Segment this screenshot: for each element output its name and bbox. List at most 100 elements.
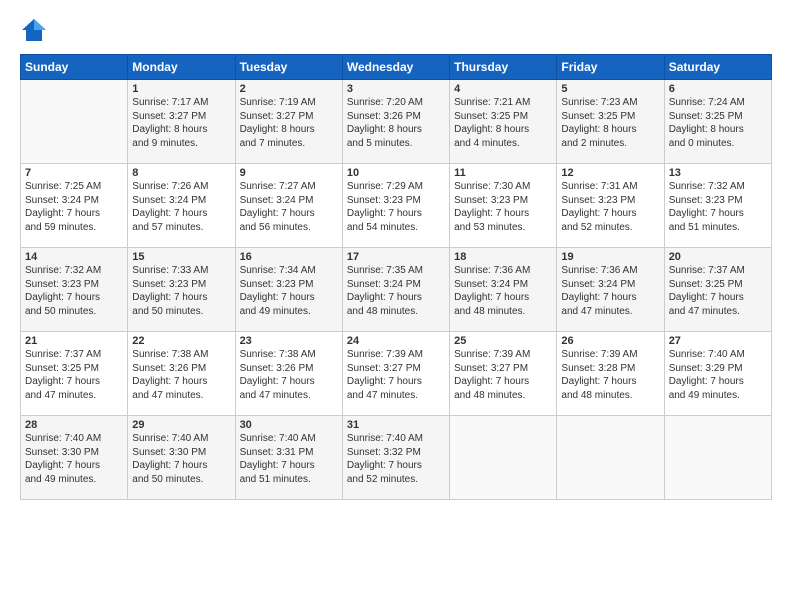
- day-info: Sunrise: 7:39 AM Sunset: 3:27 PM Dayligh…: [454, 348, 552, 402]
- day-info: Sunrise: 7:35 AM Sunset: 3:24 PM Dayligh…: [347, 264, 445, 318]
- calendar-week-row: 14Sunrise: 7:32 AM Sunset: 3:23 PM Dayli…: [21, 248, 772, 332]
- day-info: Sunrise: 7:38 AM Sunset: 3:26 PM Dayligh…: [132, 348, 230, 402]
- day-info: Sunrise: 7:27 AM Sunset: 3:24 PM Dayligh…: [240, 180, 338, 234]
- weekday-header: Thursday: [450, 55, 557, 80]
- calendar-cell: 26Sunrise: 7:39 AM Sunset: 3:28 PM Dayli…: [557, 332, 664, 416]
- day-number: 28: [25, 419, 123, 431]
- day-info: Sunrise: 7:30 AM Sunset: 3:23 PM Dayligh…: [454, 180, 552, 234]
- day-info: Sunrise: 7:31 AM Sunset: 3:23 PM Dayligh…: [561, 180, 659, 234]
- day-number: 14: [25, 251, 123, 263]
- calendar-cell: 2Sunrise: 7:19 AM Sunset: 3:27 PM Daylig…: [235, 80, 342, 164]
- day-info: Sunrise: 7:37 AM Sunset: 3:25 PM Dayligh…: [669, 264, 767, 318]
- calendar-cell: 23Sunrise: 7:38 AM Sunset: 3:26 PM Dayli…: [235, 332, 342, 416]
- calendar-cell: [557, 416, 664, 500]
- day-number: 1: [132, 83, 230, 95]
- day-number: 10: [347, 167, 445, 179]
- calendar-cell: 25Sunrise: 7:39 AM Sunset: 3:27 PM Dayli…: [450, 332, 557, 416]
- page-header: [20, 16, 772, 44]
- day-number: 9: [240, 167, 338, 179]
- calendar-week-row: 21Sunrise: 7:37 AM Sunset: 3:25 PM Dayli…: [21, 332, 772, 416]
- calendar-cell: 13Sunrise: 7:32 AM Sunset: 3:23 PM Dayli…: [664, 164, 771, 248]
- calendar-cell: [664, 416, 771, 500]
- day-info: Sunrise: 7:34 AM Sunset: 3:23 PM Dayligh…: [240, 264, 338, 318]
- day-info: Sunrise: 7:40 AM Sunset: 3:30 PM Dayligh…: [132, 432, 230, 486]
- calendar-week-row: 28Sunrise: 7:40 AM Sunset: 3:30 PM Dayli…: [21, 416, 772, 500]
- day-info: Sunrise: 7:40 AM Sunset: 3:31 PM Dayligh…: [240, 432, 338, 486]
- calendar-cell: [21, 80, 128, 164]
- day-info: Sunrise: 7:37 AM Sunset: 3:25 PM Dayligh…: [25, 348, 123, 402]
- calendar-week-row: 7Sunrise: 7:25 AM Sunset: 3:24 PM Daylig…: [21, 164, 772, 248]
- calendar-cell: 29Sunrise: 7:40 AM Sunset: 3:30 PM Dayli…: [128, 416, 235, 500]
- calendar-cell: 3Sunrise: 7:20 AM Sunset: 3:26 PM Daylig…: [342, 80, 449, 164]
- day-number: 25: [454, 335, 552, 347]
- logo: [20, 16, 52, 44]
- day-info: Sunrise: 7:40 AM Sunset: 3:30 PM Dayligh…: [25, 432, 123, 486]
- day-info: Sunrise: 7:40 AM Sunset: 3:32 PM Dayligh…: [347, 432, 445, 486]
- day-info: Sunrise: 7:39 AM Sunset: 3:27 PM Dayligh…: [347, 348, 445, 402]
- weekday-header: Sunday: [21, 55, 128, 80]
- day-number: 15: [132, 251, 230, 263]
- weekday-header: Tuesday: [235, 55, 342, 80]
- day-info: Sunrise: 7:17 AM Sunset: 3:27 PM Dayligh…: [132, 96, 230, 150]
- day-info: Sunrise: 7:39 AM Sunset: 3:28 PM Dayligh…: [561, 348, 659, 402]
- day-number: 3: [347, 83, 445, 95]
- day-number: 12: [561, 167, 659, 179]
- day-info: Sunrise: 7:23 AM Sunset: 3:25 PM Dayligh…: [561, 96, 659, 150]
- day-number: 11: [454, 167, 552, 179]
- calendar-cell: 1Sunrise: 7:17 AM Sunset: 3:27 PM Daylig…: [128, 80, 235, 164]
- weekday-header: Wednesday: [342, 55, 449, 80]
- day-number: 13: [669, 167, 767, 179]
- day-info: Sunrise: 7:24 AM Sunset: 3:25 PM Dayligh…: [669, 96, 767, 150]
- calendar-cell: 9Sunrise: 7:27 AM Sunset: 3:24 PM Daylig…: [235, 164, 342, 248]
- weekday-header: Saturday: [664, 55, 771, 80]
- day-info: Sunrise: 7:29 AM Sunset: 3:23 PM Dayligh…: [347, 180, 445, 234]
- calendar-cell: 18Sunrise: 7:36 AM Sunset: 3:24 PM Dayli…: [450, 248, 557, 332]
- calendar-cell: 24Sunrise: 7:39 AM Sunset: 3:27 PM Dayli…: [342, 332, 449, 416]
- day-number: 19: [561, 251, 659, 263]
- day-number: 21: [25, 335, 123, 347]
- day-number: 8: [132, 167, 230, 179]
- calendar-table: SundayMondayTuesdayWednesdayThursdayFrid…: [20, 54, 772, 500]
- day-info: Sunrise: 7:33 AM Sunset: 3:23 PM Dayligh…: [132, 264, 230, 318]
- calendar-cell: 5Sunrise: 7:23 AM Sunset: 3:25 PM Daylig…: [557, 80, 664, 164]
- calendar-cell: 11Sunrise: 7:30 AM Sunset: 3:23 PM Dayli…: [450, 164, 557, 248]
- calendar-cell: 27Sunrise: 7:40 AM Sunset: 3:29 PM Dayli…: [664, 332, 771, 416]
- calendar-cell: 28Sunrise: 7:40 AM Sunset: 3:30 PM Dayli…: [21, 416, 128, 500]
- day-number: 4: [454, 83, 552, 95]
- calendar-cell: 15Sunrise: 7:33 AM Sunset: 3:23 PM Dayli…: [128, 248, 235, 332]
- calendar-cell: 17Sunrise: 7:35 AM Sunset: 3:24 PM Dayli…: [342, 248, 449, 332]
- day-number: 24: [347, 335, 445, 347]
- calendar-cell: 12Sunrise: 7:31 AM Sunset: 3:23 PM Dayli…: [557, 164, 664, 248]
- calendar-cell: 20Sunrise: 7:37 AM Sunset: 3:25 PM Dayli…: [664, 248, 771, 332]
- day-number: 20: [669, 251, 767, 263]
- day-number: 7: [25, 167, 123, 179]
- day-number: 30: [240, 419, 338, 431]
- day-number: 2: [240, 83, 338, 95]
- day-info: Sunrise: 7:32 AM Sunset: 3:23 PM Dayligh…: [25, 264, 123, 318]
- logo-icon: [20, 16, 48, 44]
- day-number: 31: [347, 419, 445, 431]
- day-info: Sunrise: 7:25 AM Sunset: 3:24 PM Dayligh…: [25, 180, 123, 234]
- calendar-cell: 10Sunrise: 7:29 AM Sunset: 3:23 PM Dayli…: [342, 164, 449, 248]
- calendar-cell: 7Sunrise: 7:25 AM Sunset: 3:24 PM Daylig…: [21, 164, 128, 248]
- day-info: Sunrise: 7:36 AM Sunset: 3:24 PM Dayligh…: [561, 264, 659, 318]
- calendar-cell: 22Sunrise: 7:38 AM Sunset: 3:26 PM Dayli…: [128, 332, 235, 416]
- day-info: Sunrise: 7:38 AM Sunset: 3:26 PM Dayligh…: [240, 348, 338, 402]
- day-info: Sunrise: 7:26 AM Sunset: 3:24 PM Dayligh…: [132, 180, 230, 234]
- calendar-cell: [450, 416, 557, 500]
- calendar-cell: 19Sunrise: 7:36 AM Sunset: 3:24 PM Dayli…: [557, 248, 664, 332]
- weekday-header: Monday: [128, 55, 235, 80]
- day-number: 16: [240, 251, 338, 263]
- day-info: Sunrise: 7:19 AM Sunset: 3:27 PM Dayligh…: [240, 96, 338, 150]
- day-number: 22: [132, 335, 230, 347]
- calendar-cell: 16Sunrise: 7:34 AM Sunset: 3:23 PM Dayli…: [235, 248, 342, 332]
- day-number: 27: [669, 335, 767, 347]
- calendar-cell: 6Sunrise: 7:24 AM Sunset: 3:25 PM Daylig…: [664, 80, 771, 164]
- day-number: 6: [669, 83, 767, 95]
- calendar-cell: 30Sunrise: 7:40 AM Sunset: 3:31 PM Dayli…: [235, 416, 342, 500]
- calendar-cell: 31Sunrise: 7:40 AM Sunset: 3:32 PM Dayli…: [342, 416, 449, 500]
- day-number: 18: [454, 251, 552, 263]
- day-number: 26: [561, 335, 659, 347]
- day-number: 17: [347, 251, 445, 263]
- day-info: Sunrise: 7:32 AM Sunset: 3:23 PM Dayligh…: [669, 180, 767, 234]
